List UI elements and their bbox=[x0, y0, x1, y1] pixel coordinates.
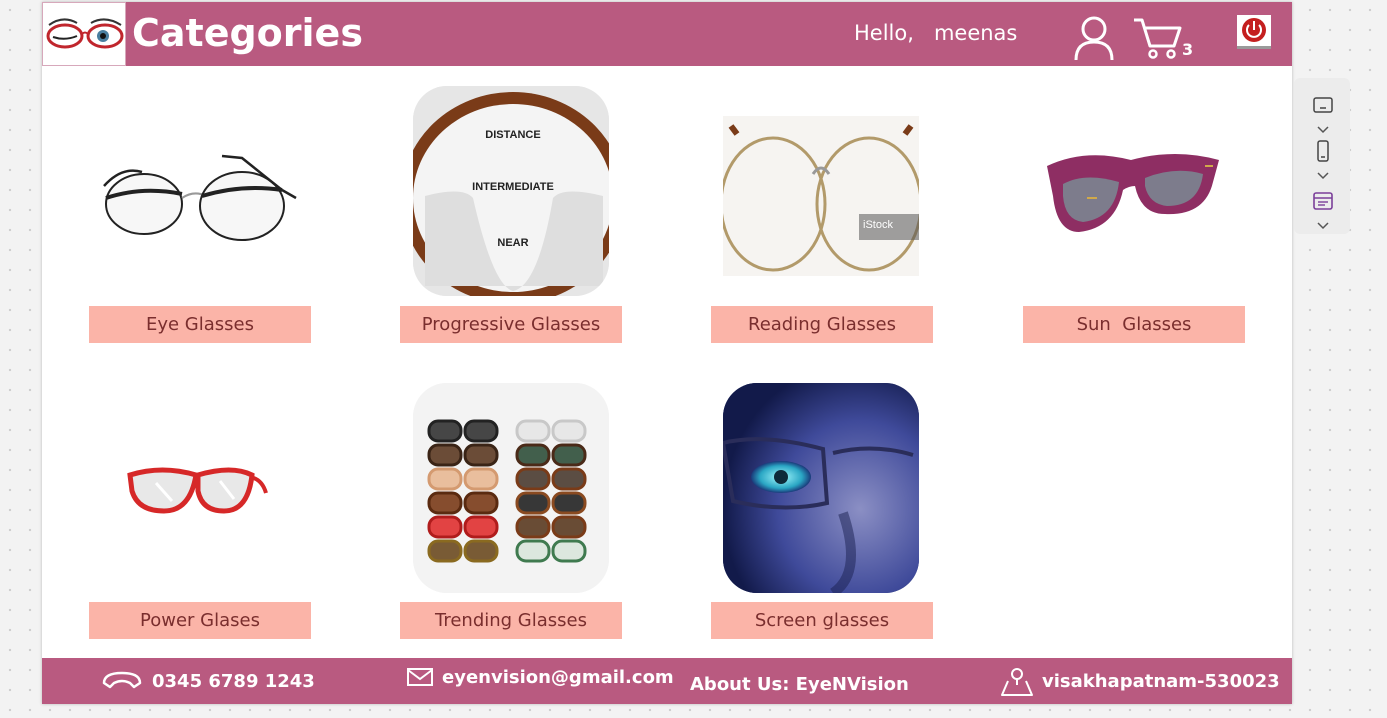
footer-email[interactable]: eyenvision@gmail.com bbox=[406, 654, 674, 700]
power-icon bbox=[1242, 18, 1266, 42]
app-screen: Categories Hello, meenas 3 Eye Glasses D… bbox=[42, 2, 1292, 704]
zone-distance-label: DISTANCE bbox=[485, 129, 540, 141]
cart-count-badge: 3 bbox=[1182, 40, 1194, 59]
greeting: Hello, meenas bbox=[854, 21, 1017, 45]
category-button-progressive-glasses[interactable]: Progressive Glasses bbox=[400, 306, 622, 343]
footer-phone[interactable]: 0345 6789 1243 bbox=[100, 658, 315, 704]
category-button-screen-glasses[interactable]: Screen glasses bbox=[711, 602, 933, 639]
logo-eyes-glasses bbox=[42, 2, 126, 66]
zone-near-label: NEAR bbox=[497, 237, 528, 249]
reading-glasses-image[interactable]: iStock bbox=[723, 86, 919, 296]
location-text: visakhapatnam-530023 bbox=[1042, 670, 1280, 692]
shopping-cart-icon[interactable] bbox=[1132, 16, 1184, 60]
trending-glasses-image[interactable] bbox=[413, 383, 609, 593]
phone-portrait-icon[interactable] bbox=[1312, 140, 1334, 162]
username: meenas bbox=[933, 21, 1018, 45]
eye-glasses-image[interactable] bbox=[102, 86, 298, 296]
footer-about[interactable]: About Us: EyeNVision bbox=[690, 661, 909, 707]
layout-switcher-panel bbox=[1294, 78, 1350, 234]
category-button-sun-glasses[interactable]: Sun Glasses bbox=[1023, 306, 1245, 343]
chevron-down-icon[interactable] bbox=[1316, 166, 1330, 180]
phone-number: 0345 6789 1243 bbox=[152, 670, 315, 692]
category-button-reading-glasses[interactable]: Reading Glasses bbox=[711, 306, 933, 343]
phone-icon bbox=[102, 671, 142, 689]
category-button-trending-glasses[interactable]: Trending Glasses bbox=[400, 602, 622, 639]
screen-glasses-image[interactable] bbox=[723, 383, 919, 593]
user-profile-icon[interactable] bbox=[1072, 14, 1116, 62]
chevron-down-icon[interactable] bbox=[1316, 120, 1330, 134]
email-address: eyenvision@gmail.com bbox=[442, 666, 674, 688]
istock-watermark: iStock bbox=[863, 219, 893, 231]
footer-location[interactable]: visakhapatnam-530023 bbox=[1000, 658, 1280, 704]
map-location-icon bbox=[1001, 668, 1033, 696]
chevron-down-icon[interactable] bbox=[1316, 216, 1330, 230]
about-us-text: About Us: EyeNVision bbox=[690, 673, 909, 695]
tablet-landscape-icon[interactable] bbox=[1312, 94, 1334, 116]
category-button-power-glasses[interactable]: Power Glases bbox=[89, 602, 311, 639]
category-button-eye-glasses[interactable]: Eye Glasses bbox=[89, 306, 311, 343]
logout-power-button[interactable] bbox=[1237, 15, 1271, 49]
power-glasses-image[interactable] bbox=[102, 383, 298, 593]
sun-glasses-image[interactable] bbox=[1035, 86, 1231, 296]
progressive-glasses-image[interactable]: DISTANCE INTERMEDIATE NEAR bbox=[413, 86, 609, 296]
zone-intermediate-label: INTERMEDIATE bbox=[472, 181, 554, 193]
mail-icon bbox=[407, 668, 433, 686]
page-title: Categories bbox=[132, 11, 363, 55]
greeting-label: Hello, bbox=[854, 21, 914, 45]
header-bar: Categories Hello, meenas 3 bbox=[42, 2, 1292, 66]
footer-bar: 0345 6789 1243 eyenvision@gmail.com Abou… bbox=[42, 658, 1292, 704]
web-layout-icon[interactable] bbox=[1312, 190, 1334, 212]
